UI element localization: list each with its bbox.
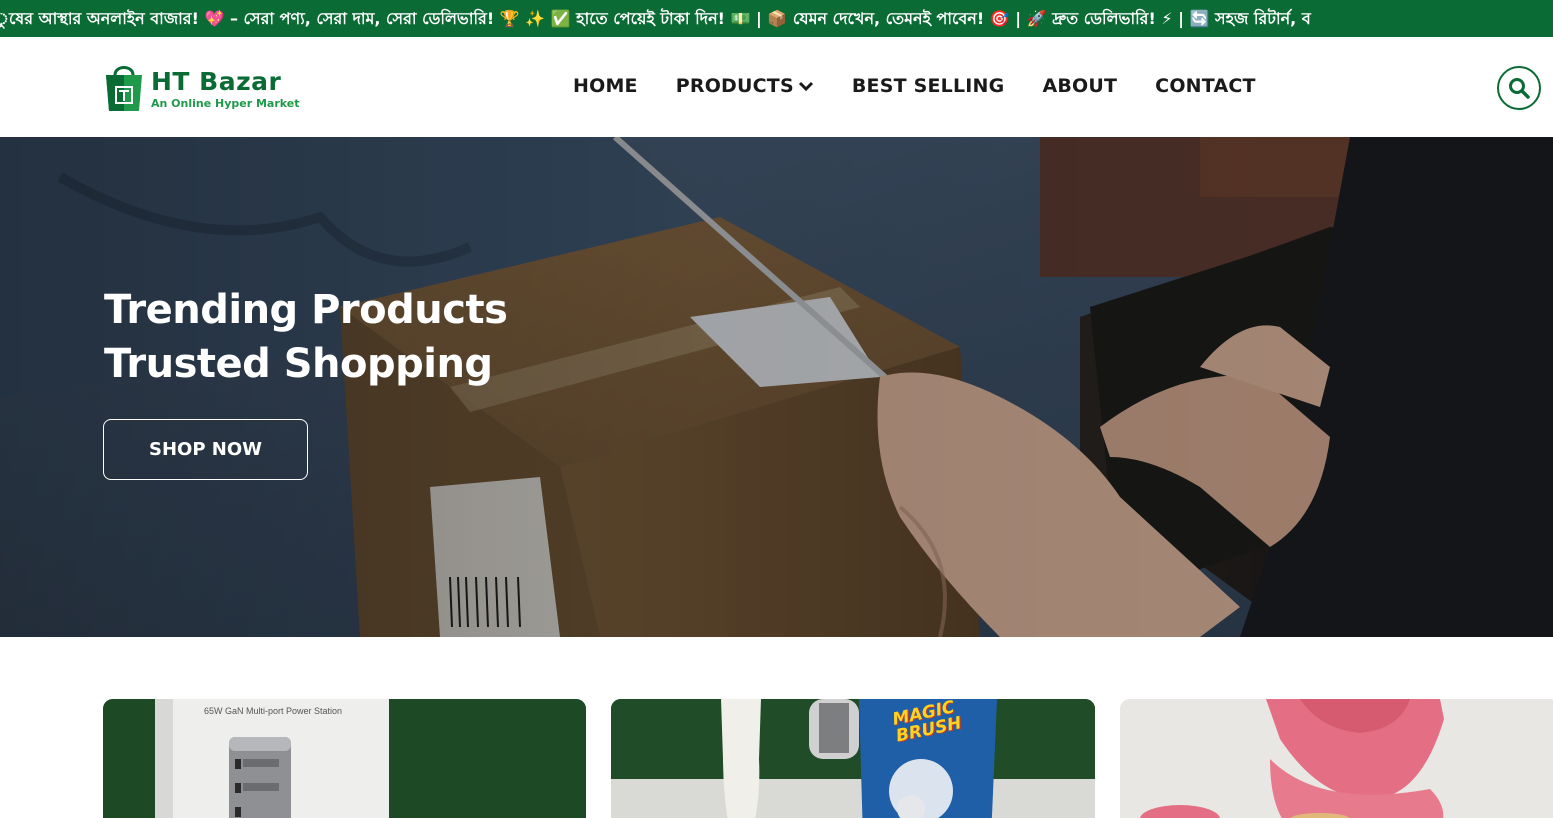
chevron-down-icon <box>798 81 813 92</box>
site-header: HT Bazar An Online Hyper Market HOME PRO… <box>0 37 1553 137</box>
search-button[interactable] <box>1497 66 1541 110</box>
hero-title-line1: Trending Products <box>104 287 508 333</box>
product-card[interactable] <box>1120 699 1553 818</box>
announcement-bar: ুষের আস্থার অনলাইন বাজার! 💖 – সেরা পণ্য,… <box>0 0 1553 37</box>
shop-now-button[interactable]: SHOP NOW <box>103 419 308 480</box>
announcement-text: ুষের আস্থার অনলাইন বাজার! 💖 – সেরা পণ্য,… <box>0 9 1311 28</box>
logo[interactable]: HT Bazar An Online Hyper Market <box>103 61 313 113</box>
product-card[interactable]: 65W GaN Multi-port Power Station <box>103 699 586 818</box>
nav-contact[interactable]: CONTACT <box>1155 75 1256 97</box>
product-image-magic-brush <box>611 699 1095 818</box>
product-caption: 65W GaN Multi-port Power Station <box>204 706 343 716</box>
search-icon <box>1509 78 1530 99</box>
logo-tagline: An Online Hyper Market <box>151 97 300 110</box>
product-image-power-station <box>103 699 586 818</box>
nav-best-selling[interactable]: BEST SELLING <box>852 75 1005 97</box>
main-nav: HOME PRODUCTS BEST SELLING ABOUT CONTACT <box>573 75 1256 97</box>
hero-banner: Trending Products Trusted Shopping SHOP … <box>0 137 1553 637</box>
product-card[interactable]: MAGIC BRUSH <box>611 699 1095 818</box>
product-image-baby-bib <box>1120 699 1553 818</box>
logo-name: HT Bazar <box>151 67 282 96</box>
nav-about[interactable]: ABOUT <box>1042 75 1117 97</box>
nav-home[interactable]: HOME <box>573 75 638 97</box>
shopping-bag-logo-icon <box>106 66 142 111</box>
hero-title: Trending Products Trusted Shopping <box>104 283 508 391</box>
hero-title-line2: Trusted Shopping <box>104 341 493 387</box>
nav-products-label: PRODUCTS <box>675 75 794 97</box>
nav-products[interactable]: PRODUCTS <box>676 75 814 97</box>
